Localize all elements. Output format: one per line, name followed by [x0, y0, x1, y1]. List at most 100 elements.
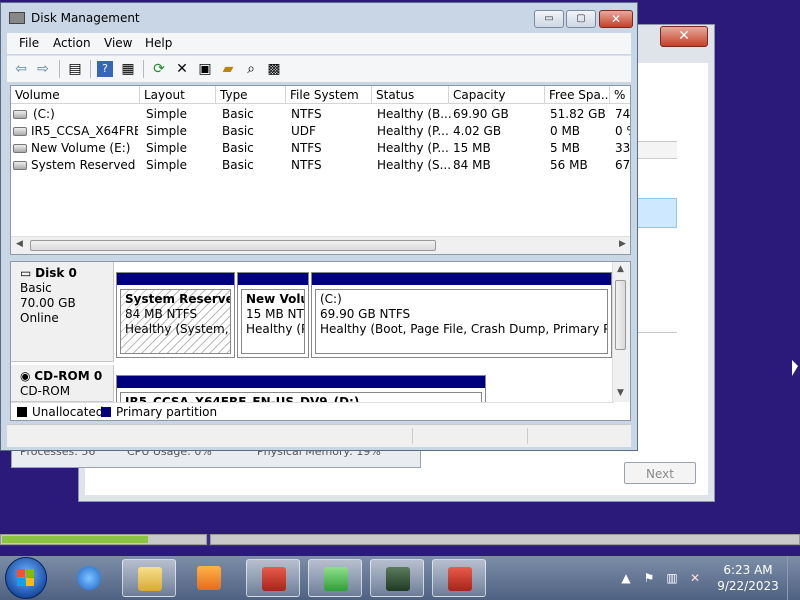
taskbar-toolbox-2[interactable]	[432, 559, 486, 597]
cell-type: Basic	[222, 158, 254, 172]
disk-size: 70.00 GB	[20, 296, 76, 310]
help-icon[interactable]: ?	[97, 61, 113, 77]
disk-0-label[interactable]: ▭ Disk 0 Basic 70.00 GB Online	[11, 262, 114, 362]
network-icon[interactable]: ▥	[665, 571, 679, 585]
taskbar-setup[interactable]	[308, 559, 362, 597]
table-row[interactable]: IR5_CCSA_X64FRE... Simple Basic UDF Heal…	[11, 123, 630, 140]
refresh-icon[interactable]: ⟳	[151, 61, 167, 77]
cell-type: Basic	[222, 141, 254, 155]
setup-icon	[324, 567, 348, 591]
menu-help[interactable]: Help	[145, 36, 172, 50]
table-row[interactable]: New Volume (E:) Simple Basic NTFS Health…	[11, 140, 630, 157]
internet-explorer-icon	[77, 566, 101, 590]
scroll-down-arrow-icon[interactable]: ▼	[617, 388, 624, 398]
wizard-selected-row[interactable]	[637, 198, 677, 228]
taskbar-windows-explorer[interactable]	[122, 559, 176, 597]
legend-swatch-unallocated	[17, 407, 27, 417]
action-center-flag-icon[interactable]: ⚑	[642, 571, 656, 585]
drive-icon	[13, 144, 27, 153]
open-icon[interactable]: ▰	[220, 61, 236, 77]
taskbar-media-player[interactable]	[182, 559, 236, 597]
cell-status: Healthy (B...	[377, 107, 452, 121]
close-button[interactable]: ✕	[599, 10, 633, 28]
cdrom-icon: ◉	[20, 369, 35, 383]
start-button[interactable]	[5, 557, 47, 599]
partition-new-volume[interactable]: New Volur 15 MB NTF Healthy (Pr	[237, 272, 309, 358]
vertical-scroll-thumb[interactable]	[615, 280, 626, 350]
scroll-up-arrow-icon[interactable]: ▲	[617, 264, 624, 274]
column-header-volume[interactable]: Volume	[11, 86, 140, 104]
disk-name: CD-ROM 0	[34, 369, 103, 383]
resource-monitor-icon	[386, 567, 410, 591]
cell-volume: New Volume (E:)	[31, 141, 131, 155]
wizard-close-button[interactable]: ✕	[660, 26, 708, 47]
forward-icon[interactable]: ⇨	[35, 61, 51, 77]
volume-muted-icon[interactable]: ✕	[688, 571, 702, 585]
column-header-file-system[interactable]: File System	[286, 86, 372, 104]
mouse-cursor	[792, 360, 798, 376]
column-header-status[interactable]: Status	[372, 86, 449, 104]
delete-icon[interactable]: ✕	[174, 61, 190, 77]
scroll-right-arrow-icon[interactable]: ▶	[619, 239, 626, 249]
cell-volume: System Reserved	[31, 158, 136, 172]
partition-system-reserved[interactable]: System Reserved 84 MB NTFS Healthy (Syst…	[116, 272, 235, 358]
show-desktop-button[interactable]	[787, 556, 800, 600]
horizontal-scroll-thumb[interactable]	[30, 240, 436, 251]
disk-name: Disk 0	[35, 266, 77, 280]
menu-file[interactable]: File	[19, 36, 39, 50]
partition-c[interactable]: (C:) 69.90 GB NTFS Healthy (Boot, Page F…	[311, 272, 612, 358]
table-row[interactable]: (C:) Simple Basic NTFS Healthy (B... 69.…	[11, 106, 630, 123]
cell-capacity: 69.90 GB	[453, 107, 509, 121]
properties-icon[interactable]: ▣	[197, 61, 213, 77]
cell-type: Basic	[222, 107, 254, 121]
drive-icon	[13, 110, 27, 119]
column-header-layout[interactable]: Layout	[140, 86, 216, 104]
legend: Unallocated Primary partition	[11, 402, 614, 420]
column-header-type[interactable]: Type	[216, 86, 286, 104]
status-bar	[7, 424, 631, 447]
partition-size: 15 MB NTF	[246, 307, 305, 321]
horizontal-scrollbar[interactable]: ◀ ▶	[11, 236, 630, 254]
wizard-next-button[interactable]: Next	[624, 462, 696, 484]
connect-icon[interactable]: ▩	[266, 61, 282, 77]
window-title: Disk Management	[31, 11, 140, 25]
media-player-icon	[197, 566, 221, 590]
windows-logo-icon	[17, 569, 35, 587]
drive-icon	[13, 161, 27, 170]
column-header-free-space[interactable]: Free Spa...	[545, 86, 610, 104]
menu-action[interactable]: Action	[53, 36, 91, 50]
legend-label-unallocated: Unallocated	[32, 405, 104, 419]
cell-type: Basic	[222, 124, 254, 138]
disk-management-app-icon	[9, 12, 25, 24]
vertical-scrollbar[interactable]: ▲ ▼	[612, 262, 630, 402]
scroll-left-arrow-icon[interactable]: ◀	[16, 239, 23, 249]
disk-graphical-view[interactable]: ▭ Disk 0 Basic 70.00 GB Online System Re…	[10, 261, 631, 421]
taskbar-internet-explorer[interactable]	[62, 559, 116, 597]
properties-pane-icon[interactable]: ▦	[120, 61, 136, 77]
volume-list[interactable]: Volume Layout Type File System Status Ca…	[10, 85, 631, 255]
menu-view[interactable]: View	[104, 36, 132, 50]
partition-name: New Volur	[246, 292, 304, 306]
column-header-percent-free[interactable]: % F	[610, 86, 630, 104]
taskbar-resource-monitor[interactable]	[370, 559, 424, 597]
partition-status: Healthy (System, Ac	[125, 322, 230, 336]
table-row[interactable]: System Reserved Simple Basic NTFS Health…	[11, 157, 630, 174]
column-header-capacity[interactable]: Capacity	[449, 86, 545, 104]
show-hidden-icons-icon[interactable]: ▲	[619, 571, 633, 585]
toolbar: ⇦ ⇨ ▤ ? ▦ ⟳ ✕ ▣ ▰ ⌕ ▩	[7, 55, 631, 82]
disk-state: Online	[20, 311, 59, 325]
clock[interactable]: 6:23 AM 9/22/2023	[708, 562, 788, 594]
back-icon[interactable]: ⇦	[13, 61, 29, 77]
progress-bar	[0, 534, 207, 545]
search-icon[interactable]: ⌕	[243, 61, 259, 77]
cdrom-0-label[interactable]: ◉ CD-ROM 0 CD-ROM	[11, 365, 114, 402]
maximize-button[interactable]: ▢	[566, 10, 596, 28]
title-bar[interactable]: Disk Management ▭ ▢ ✕	[1, 3, 637, 33]
minimize-button[interactable]: ▭	[534, 10, 564, 28]
cell-status: Healthy (P...	[377, 141, 449, 155]
taskbar-toolbox-1[interactable]	[246, 559, 300, 597]
cell-capacity: 15 MB	[453, 141, 491, 155]
legend-label-primary: Primary partition	[116, 405, 218, 419]
console-tree-icon[interactable]: ▤	[67, 61, 83, 77]
cell-layout: Simple	[146, 107, 187, 121]
